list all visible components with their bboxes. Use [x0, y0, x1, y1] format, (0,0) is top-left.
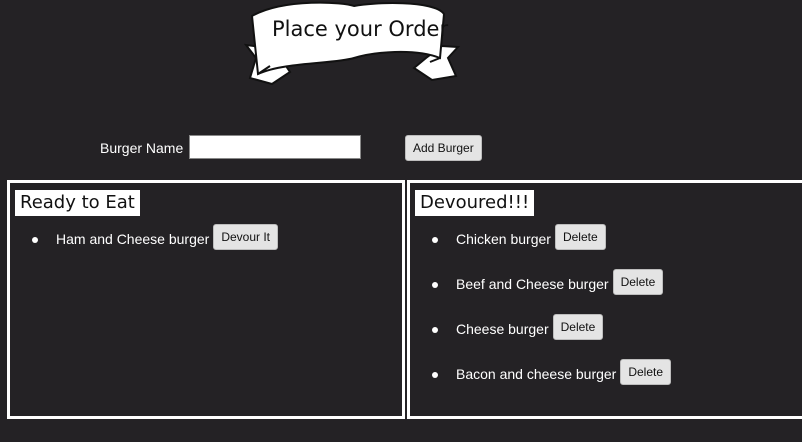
- delete-button[interactable]: Delete: [612, 269, 664, 295]
- list-item: Ham and Cheese burger Devour It: [32, 224, 278, 275]
- devoured-list: Chicken burger Delete Beef and Cheese bu…: [432, 224, 672, 410]
- delete-button[interactable]: Delete: [620, 359, 672, 385]
- burger-name: Ham and Cheese burger: [56, 231, 210, 247]
- burger-name-label: Burger Name: [100, 140, 184, 156]
- list-item: Bacon and cheese burger Delete: [432, 359, 672, 410]
- ready-to-eat-heading: Ready to Eat: [15, 190, 140, 216]
- bullet-icon: [432, 237, 438, 243]
- burger-name: Chicken burger: [456, 231, 551, 247]
- bullet-icon: [432, 372, 438, 378]
- burger-name-input[interactable]: [189, 135, 361, 159]
- burger-name: Beef and Cheese burger: [456, 276, 609, 292]
- add-burger-button[interactable]: Add Burger: [405, 135, 482, 161]
- bullet-icon: [432, 282, 438, 288]
- ready-list: Ham and Cheese burger Devour It: [32, 224, 278, 275]
- ribbon-graphic: [244, 1, 461, 86]
- devour-button[interactable]: Devour It: [213, 224, 278, 250]
- page-title: Place your Order: [272, 17, 449, 41]
- delete-button[interactable]: Delete: [554, 224, 606, 250]
- bullet-icon: [32, 237, 38, 243]
- list-item: Beef and Cheese burger Delete: [432, 269, 671, 320]
- devoured-heading: Devoured!!!: [415, 190, 535, 216]
- title-banner: Place your Order: [244, 0, 464, 88]
- devoured-panel: Devoured!!! Chicken burger Delete Beef a…: [407, 180, 802, 419]
- burger-name: Cheese burger: [456, 321, 549, 337]
- burger-name: Bacon and cheese burger: [456, 366, 617, 382]
- delete-button[interactable]: Delete: [552, 314, 604, 340]
- bullet-icon: [432, 327, 438, 333]
- ready-to-eat-panel: Ready to Eat Ham and Cheese burger Devou…: [7, 180, 405, 419]
